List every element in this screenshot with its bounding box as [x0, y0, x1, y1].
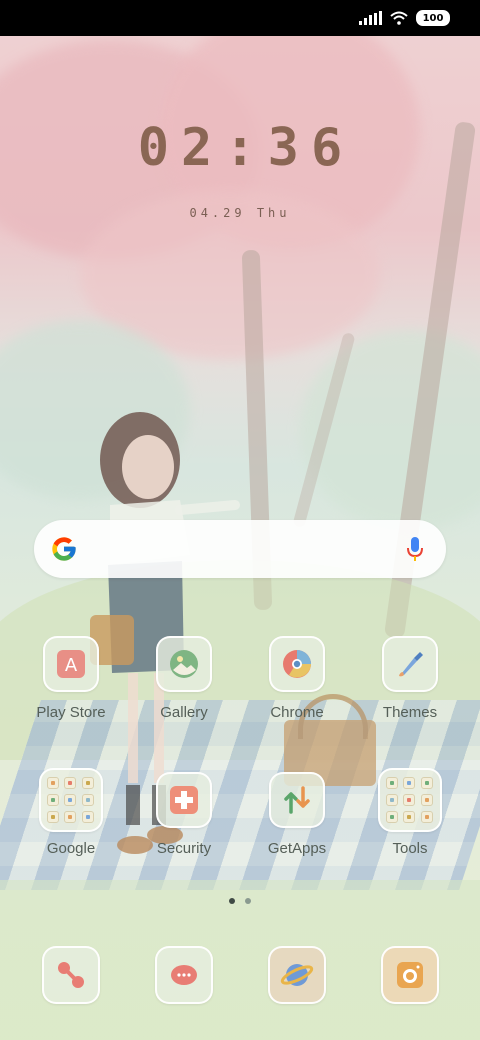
mic-icon[interactable] — [406, 535, 424, 563]
app-label: Google — [46, 840, 96, 857]
gallery-icon — [156, 636, 212, 692]
app-security[interactable]: Security — [134, 772, 234, 857]
play-store-icon: A — [43, 636, 99, 692]
dock-browser[interactable] — [247, 946, 347, 1004]
app-label: Chrome — [270, 704, 324, 721]
clock-date[interactable]: 04.29 Thu — [0, 206, 480, 220]
app-label: Gallery — [160, 704, 208, 721]
signal-icon — [359, 11, 382, 25]
svg-text:A: A — [65, 655, 78, 676]
themes-icon — [382, 636, 438, 692]
tools-folder-icon — [378, 768, 442, 832]
camera-icon — [381, 946, 439, 1004]
app-label: Security — [156, 840, 212, 857]
page-dot-1[interactable] — [229, 898, 235, 904]
app-getapps[interactable]: GetApps — [247, 772, 347, 857]
google-logo-icon — [52, 537, 76, 561]
page-dot-2[interactable] — [245, 898, 251, 904]
wifi-icon — [390, 11, 408, 25]
status-bar: 100 — [0, 0, 480, 36]
folder-google[interactable]: Google — [21, 768, 121, 857]
getapps-icon — [269, 772, 325, 828]
app-label: GetApps — [267, 840, 327, 857]
battery-indicator: 100 — [416, 10, 450, 26]
app-label: Themes — [382, 704, 438, 721]
security-icon — [156, 772, 212, 828]
app-chrome[interactable]: Chrome — [247, 636, 347, 721]
app-gallery[interactable]: Gallery — [134, 636, 234, 721]
google-folder-icon — [39, 768, 103, 832]
messages-icon — [155, 946, 213, 1004]
phone-icon — [42, 946, 100, 1004]
dock-camera[interactable] — [360, 946, 460, 1004]
folder-tools[interactable]: Tools — [360, 768, 460, 857]
browser-icon — [268, 946, 326, 1004]
app-label: Play Store — [36, 704, 106, 721]
chrome-icon — [269, 636, 325, 692]
app-label: Tools — [392, 840, 428, 857]
app-themes[interactable]: Themes — [360, 636, 460, 721]
clock-time[interactable]: 02:36 — [0, 118, 480, 178]
app-play-store[interactable]: A Play Store — [21, 636, 121, 721]
page-indicator[interactable] — [0, 898, 480, 904]
google-search-bar[interactable] — [34, 520, 446, 578]
dock-phone[interactable] — [21, 946, 121, 1004]
dock-messages[interactable] — [134, 946, 234, 1004]
